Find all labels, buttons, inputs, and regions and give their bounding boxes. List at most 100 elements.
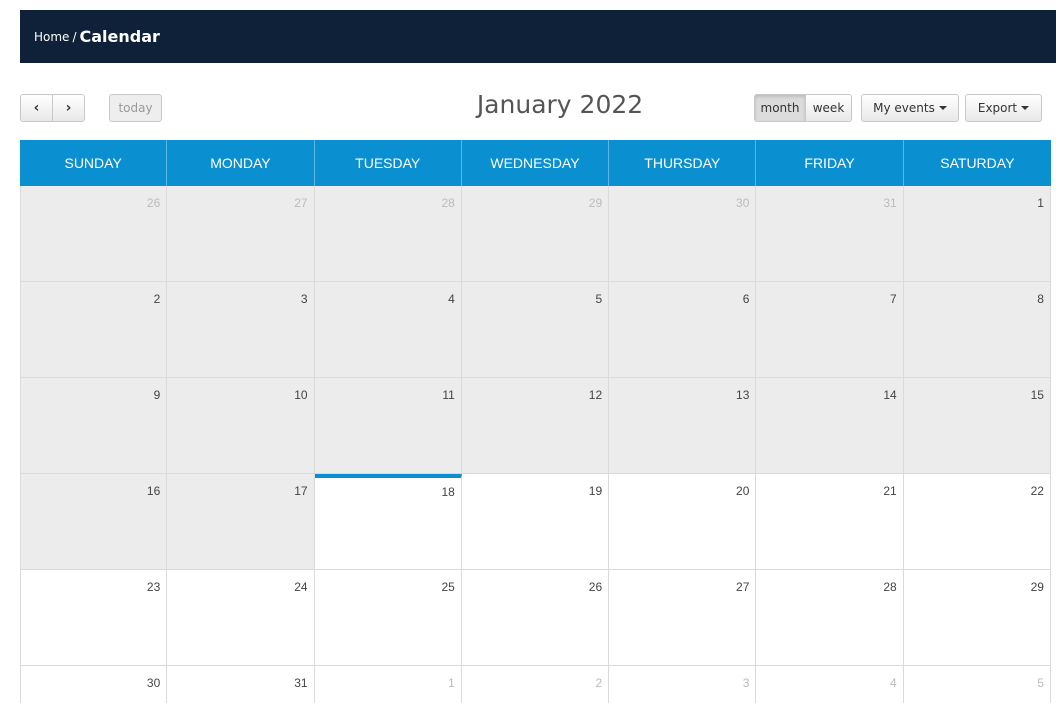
day-number[interactable]: 7 xyxy=(890,292,897,306)
my-events-dropdown[interactable]: My events xyxy=(861,94,959,122)
day-cell[interactable]: 30 xyxy=(20,666,168,703)
day-number[interactable]: 21 xyxy=(883,484,896,498)
day-cell[interactable]: 23 xyxy=(20,570,168,666)
day-cell[interactable]: 16 xyxy=(20,474,168,570)
day-cell[interactable]: 27 xyxy=(167,186,315,282)
day-number[interactable]: 25 xyxy=(441,580,454,594)
today-button[interactable]: today xyxy=(109,94,162,122)
weekday-header: MONDAY xyxy=(167,140,315,186)
day-number[interactable]: 9 xyxy=(154,388,161,402)
today-button-label: today xyxy=(118,101,153,115)
day-number[interactable]: 27 xyxy=(736,580,749,594)
next-button[interactable]: › xyxy=(52,94,85,122)
day-cell[interactable]: 1 xyxy=(314,666,462,703)
day-number[interactable]: 23 xyxy=(147,580,160,594)
day-number[interactable]: 18 xyxy=(441,485,454,499)
day-number[interactable]: 29 xyxy=(589,196,602,210)
day-number[interactable]: 1 xyxy=(1037,196,1044,210)
day-cell[interactable]: 8 xyxy=(903,282,1051,378)
day-number[interactable]: 22 xyxy=(1031,484,1044,498)
day-cell[interactable]: 31 xyxy=(167,666,315,703)
day-cell[interactable]: 30 xyxy=(609,186,757,282)
day-cell[interactable]: 28 xyxy=(756,570,904,666)
day-number[interactable]: 5 xyxy=(1037,676,1044,690)
day-number[interactable]: 26 xyxy=(147,196,160,210)
weekday-header: THURSDAY xyxy=(609,140,757,186)
day-cell[interactable]: 1 xyxy=(903,186,1051,282)
day-number[interactable]: 10 xyxy=(294,388,307,402)
day-cell[interactable]: 19 xyxy=(461,474,610,570)
day-cell[interactable]: 2 xyxy=(20,282,168,378)
day-number[interactable]: 4 xyxy=(890,676,897,690)
day-cell[interactable]: 24 xyxy=(167,570,315,666)
prev-button[interactable]: ‹ xyxy=(20,94,53,122)
day-number[interactable]: 15 xyxy=(1031,388,1044,402)
day-cell[interactable]: 10 xyxy=(167,378,315,474)
day-number[interactable]: 6 xyxy=(743,292,750,306)
day-number[interactable]: 2 xyxy=(154,292,161,306)
day-number[interactable]: 30 xyxy=(147,676,160,690)
breadcrumb-home-link[interactable]: Home xyxy=(34,30,69,44)
day-number[interactable]: 14 xyxy=(883,388,896,402)
week-view-button[interactable]: week xyxy=(805,94,852,122)
day-number[interactable]: 8 xyxy=(1037,292,1044,306)
day-number[interactable]: 5 xyxy=(595,292,602,306)
day-cell[interactable]: 28 xyxy=(314,186,462,282)
day-number[interactable]: 17 xyxy=(294,484,307,498)
day-cell[interactable]: 21 xyxy=(756,474,904,570)
day-number[interactable]: 1 xyxy=(448,676,455,690)
day-cell[interactable]: 29 xyxy=(903,570,1051,666)
day-number[interactable]: 2 xyxy=(595,676,602,690)
day-number[interactable]: 28 xyxy=(883,580,896,594)
day-cell[interactable]: 4 xyxy=(314,282,462,378)
day-cell[interactable]: 11 xyxy=(314,378,462,474)
day-cell[interactable]: 29 xyxy=(461,186,610,282)
day-number[interactable]: 16 xyxy=(147,484,160,498)
day-cell[interactable]: 12 xyxy=(461,378,610,474)
day-number[interactable]: 3 xyxy=(743,676,750,690)
day-number[interactable]: 31 xyxy=(883,196,896,210)
day-number[interactable]: 27 xyxy=(294,196,307,210)
day-cell[interactable]: 15 xyxy=(903,378,1051,474)
day-cell[interactable]: 3 xyxy=(609,666,757,703)
month-view-label: month xyxy=(760,101,800,115)
day-number[interactable]: 4 xyxy=(448,292,455,306)
day-number[interactable]: 28 xyxy=(441,196,454,210)
day-cell[interactable]: 5 xyxy=(903,666,1051,703)
weekday-header: SUNDAY xyxy=(20,140,168,186)
day-cell[interactable]: 17 xyxy=(167,474,315,570)
day-cell[interactable]: 27 xyxy=(609,570,757,666)
day-number[interactable]: 31 xyxy=(294,676,307,690)
day-cell[interactable]: 20 xyxy=(609,474,757,570)
day-cell[interactable]: 2 xyxy=(461,666,610,703)
day-number[interactable]: 24 xyxy=(294,580,307,594)
day-number[interactable]: 3 xyxy=(301,292,308,306)
day-cell[interactable]: 9 xyxy=(20,378,168,474)
month-view-button[interactable]: month xyxy=(754,94,806,122)
day-number[interactable]: 26 xyxy=(589,580,602,594)
my-events-label: My events xyxy=(873,101,935,115)
day-cell[interactable]: 5 xyxy=(461,282,610,378)
day-cell[interactable]: 26 xyxy=(461,570,610,666)
day-cell-today[interactable]: 18 xyxy=(314,474,462,570)
weekday-header: FRIDAY xyxy=(756,140,904,186)
day-number[interactable]: 20 xyxy=(736,484,749,498)
day-cell[interactable]: 25 xyxy=(314,570,462,666)
day-cell[interactable]: 4 xyxy=(756,666,904,703)
day-number[interactable]: 19 xyxy=(589,484,602,498)
day-cell[interactable]: 3 xyxy=(167,282,315,378)
day-cell[interactable]: 22 xyxy=(903,474,1051,570)
day-number[interactable]: 30 xyxy=(736,196,749,210)
day-cell[interactable]: 31 xyxy=(756,186,904,282)
day-number[interactable]: 13 xyxy=(736,388,749,402)
day-cell[interactable]: 6 xyxy=(609,282,757,378)
day-cell[interactable]: 7 xyxy=(756,282,904,378)
day-number[interactable]: 29 xyxy=(1031,580,1044,594)
day-cell[interactable]: 14 xyxy=(756,378,904,474)
weekday-header-row: SUNDAY MONDAY TUESDAY WEDNESDAY THURSDAY FRID… xyxy=(20,140,1051,186)
day-cell[interactable]: 13 xyxy=(609,378,757,474)
export-dropdown[interactable]: Export xyxy=(965,94,1042,122)
day-cell[interactable]: 26 xyxy=(20,186,168,282)
day-number[interactable]: 11 xyxy=(442,388,454,402)
day-number[interactable]: 12 xyxy=(589,388,602,402)
